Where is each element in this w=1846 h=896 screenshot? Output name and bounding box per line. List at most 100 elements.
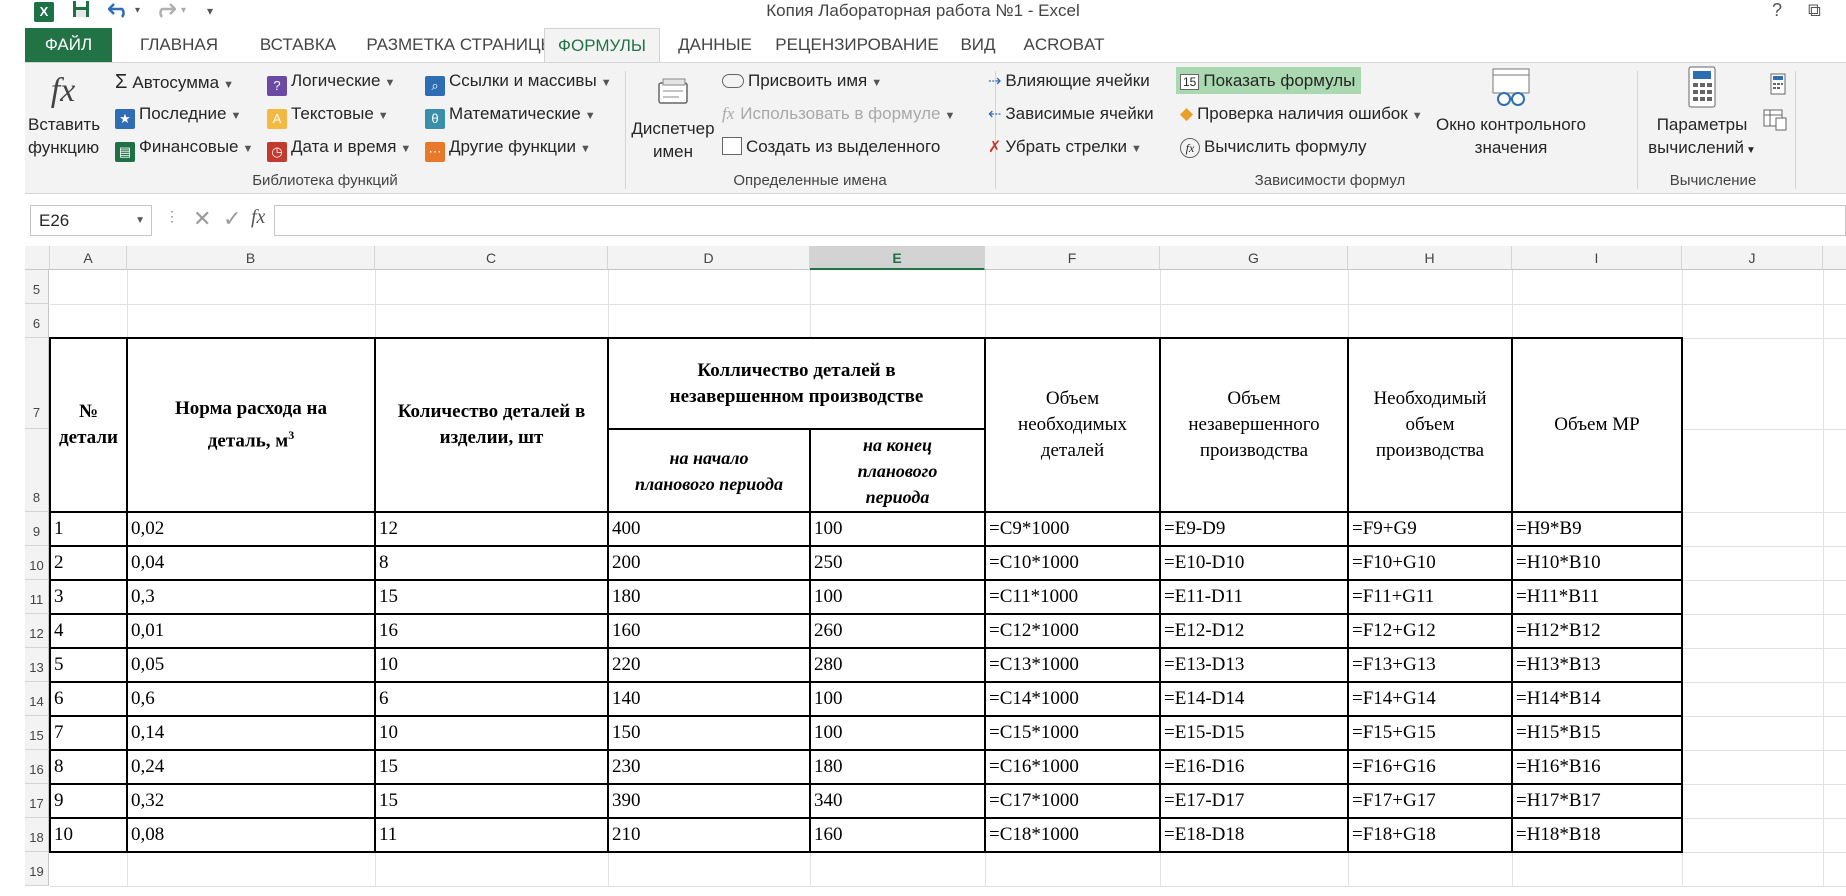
table-cell[interactable]: =C10*1000 [986, 547, 1159, 579]
header-parts-per-product[interactable]: Количество деталей в изделии, шт [376, 339, 607, 511]
name-box[interactable]: E26 ▼ [30, 205, 152, 236]
table-cell[interactable]: 9 [51, 785, 126, 817]
chevron-down-icon[interactable]: ▼ [135, 206, 145, 235]
row-header-18[interactable]: 18 [25, 818, 49, 852]
table-cell[interactable]: 12 [376, 513, 607, 545]
table-cell[interactable]: =C17*1000 [986, 785, 1159, 817]
column-header-a[interactable]: A [50, 246, 127, 270]
table-cell[interactable]: 5 [51, 649, 126, 681]
table-cell[interactable]: 2 [51, 547, 126, 579]
table-cell[interactable]: =C14*1000 [986, 683, 1159, 715]
formula-input[interactable] [274, 205, 1846, 236]
table-cell[interactable]: =F14+G14 [1349, 683, 1511, 715]
tab-review[interactable]: РЕЦЕНЗИРОВАНИЕ [768, 28, 946, 62]
table-cell[interactable]: 4 [51, 615, 126, 647]
table-cell[interactable]: 10 [51, 819, 126, 851]
logical-button[interactable]: ? Логические ▼ [267, 71, 395, 96]
trace-dependents-button[interactable]: ⇠ Зависимые ячейки [988, 104, 1154, 124]
evaluate-formula-button[interactable]: fx Вычислить формулу [1180, 137, 1367, 158]
text-button[interactable]: A Текстовые ▼ [267, 104, 389, 129]
table-cell[interactable]: 0,08 [128, 819, 374, 851]
header-period-end[interactable]: на конец планового периода [811, 430, 984, 511]
table-cell[interactable]: =E12-D12 [1161, 615, 1347, 647]
calc-options-button[interactable]: Параметры вычислений ▼ [1643, 65, 1761, 162]
table-cell[interactable]: =H14*B14 [1513, 683, 1681, 715]
table-cell[interactable]: =H10*B10 [1513, 547, 1681, 579]
tab-page-layout[interactable]: РАЗМЕТКА СТРАНИЦЫ [358, 28, 564, 62]
table-cell[interactable]: 8 [376, 547, 607, 579]
table-cell[interactable]: =E16-D16 [1161, 751, 1347, 783]
table-cell[interactable]: 7 [51, 717, 126, 749]
table-cell[interactable]: =F12+G12 [1349, 615, 1511, 647]
header-consumption-norm[interactable]: Норма расхода на деталь, м3 [128, 339, 374, 511]
select-all-corner[interactable] [25, 246, 50, 270]
table-cell[interactable]: =E9-D9 [1161, 513, 1347, 545]
insert-function-button[interactable]: fx Вставить функцию [28, 69, 100, 159]
table-cell[interactable]: =C13*1000 [986, 649, 1159, 681]
header-wip-parts[interactable]: Колличество деталей в незавершенном прои… [609, 339, 984, 428]
table-cell[interactable]: =F18+G18 [1349, 819, 1511, 851]
table-cell[interactable]: 15 [376, 785, 607, 817]
tab-acrobat[interactable]: ACROBAT [1010, 28, 1118, 62]
table-cell[interactable]: =H9*B9 [1513, 513, 1681, 545]
column-header-c[interactable]: C [375, 246, 608, 270]
tab-home[interactable]: ГЛАВНАЯ [120, 28, 238, 62]
table-cell[interactable]: =E17-D17 [1161, 785, 1347, 817]
column-header-j[interactable]: J [1682, 246, 1823, 270]
row-header-17[interactable]: 17 [25, 784, 49, 818]
table-cell[interactable]: =F15+G15 [1349, 717, 1511, 749]
table-cell[interactable]: 16 [376, 615, 607, 647]
table-cell[interactable]: =F17+G17 [1349, 785, 1511, 817]
table-cell[interactable]: =F11+G11 [1349, 581, 1511, 613]
table-cell[interactable]: 10 [376, 717, 607, 749]
table-cell[interactable]: =F9+G9 [1349, 513, 1511, 545]
autosum-button[interactable]: Σ Автосумма ▼ [115, 71, 234, 94]
table-cell[interactable]: =C15*1000 [986, 717, 1159, 749]
trace-precedents-button[interactable]: ⇢ Влияющие ячейки [988, 71, 1150, 91]
column-header-g[interactable]: G [1160, 246, 1348, 270]
row-header-6[interactable]: 6 [25, 304, 49, 338]
table-cell[interactable]: =C11*1000 [986, 581, 1159, 613]
row-header-5[interactable]: 5 [25, 270, 49, 304]
column-header-k[interactable] [1823, 246, 1846, 270]
table-cell[interactable]: 6 [376, 683, 607, 715]
table-cell[interactable]: =H11*B11 [1513, 581, 1681, 613]
table-cell[interactable]: 220 [609, 649, 809, 681]
formula-bar-grip[interactable]: ⋮ [165, 208, 179, 225]
table-cell[interactable]: 180 [811, 751, 984, 783]
table-cell[interactable]: 150 [609, 717, 809, 749]
table-cell[interactable]: 100 [811, 581, 984, 613]
table-cell[interactable]: 6 [51, 683, 126, 715]
tab-insert[interactable]: ВСТАВКА [239, 28, 357, 62]
name-manager-button[interactable]: Диспетчер имен [630, 73, 716, 163]
header-mr-volume[interactable]: Объем МР [1513, 339, 1681, 511]
table-cell[interactable]: 340 [811, 785, 984, 817]
table-cell[interactable]: 15 [376, 751, 607, 783]
header-wip-volume[interactable]: Объем незавершенного производства [1161, 339, 1347, 511]
table-cell[interactable]: 140 [609, 683, 809, 715]
row-header-15[interactable]: 15 [25, 716, 49, 750]
table-cell[interactable]: =C16*1000 [986, 751, 1159, 783]
calculate-now-icon[interactable] [1769, 73, 1787, 100]
table-cell[interactable]: =E11-D11 [1161, 581, 1347, 613]
table-cell[interactable]: =H17*B17 [1513, 785, 1681, 817]
table-cell[interactable]: 3 [51, 581, 126, 613]
row-header-11[interactable]: 11 [25, 580, 49, 614]
row-header-10[interactable]: 10 [25, 546, 49, 580]
table-cell[interactable]: 390 [609, 785, 809, 817]
table-cell[interactable]: =F10+G10 [1349, 547, 1511, 579]
row-header-7[interactable]: 7 [25, 338, 49, 429]
cancel-icon[interactable]: ✕ [193, 206, 211, 232]
table-cell[interactable]: 0,01 [128, 615, 374, 647]
table-cell[interactable]: 0,24 [128, 751, 374, 783]
table-cell[interactable]: 160 [811, 819, 984, 851]
tab-file[interactable]: ФАЙЛ [25, 28, 112, 62]
row-header-12[interactable]: 12 [25, 614, 49, 648]
table-cell[interactable]: 200 [609, 547, 809, 579]
table-cell[interactable]: =F13+G13 [1349, 649, 1511, 681]
table-cell[interactable]: 210 [609, 819, 809, 851]
help-icon[interactable]: ? [1772, 0, 1782, 21]
calculate-sheet-icon[interactable] [1763, 109, 1787, 136]
row-header-14[interactable]: 14 [25, 682, 49, 716]
row-header-19[interactable]: 19 [25, 852, 49, 886]
